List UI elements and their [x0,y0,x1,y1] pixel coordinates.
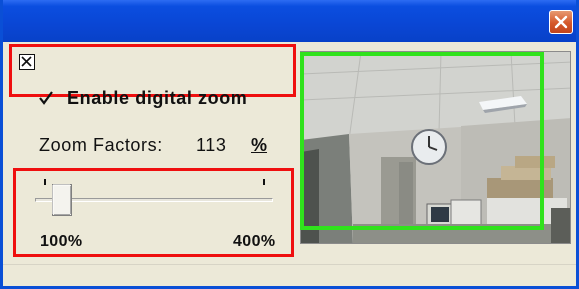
zoom-factors-value: 113 [196,135,227,155]
close-button[interactable] [549,10,573,34]
slider-thumb-icon [52,184,73,216]
slider-max-label: 400% [233,233,276,250]
x-mark-icon [21,56,32,67]
zoom-factors-label: Zoom Factors: [39,135,163,155]
status-strip [3,264,576,286]
enable-digital-zoom-checkbox[interactable] [39,91,53,105]
zoom-factors-unit: % [251,135,268,155]
slider-tick-min [44,179,46,185]
slider-min-label: 100% [40,233,83,250]
zoom-slider-thumb[interactable] [52,184,73,216]
zoom-region-box[interactable] [300,52,544,230]
toggle-checkbox[interactable] [19,54,35,70]
title-bar[interactable] [3,0,576,42]
enable-digital-zoom-label[interactable]: Enable digital zoom [67,88,247,108]
dialog-window: Enable digital zoom Zoom Factors: 113 % … [0,0,579,289]
checkmark-icon [39,91,53,105]
close-icon [554,15,568,29]
slider-tick-max [263,179,265,185]
